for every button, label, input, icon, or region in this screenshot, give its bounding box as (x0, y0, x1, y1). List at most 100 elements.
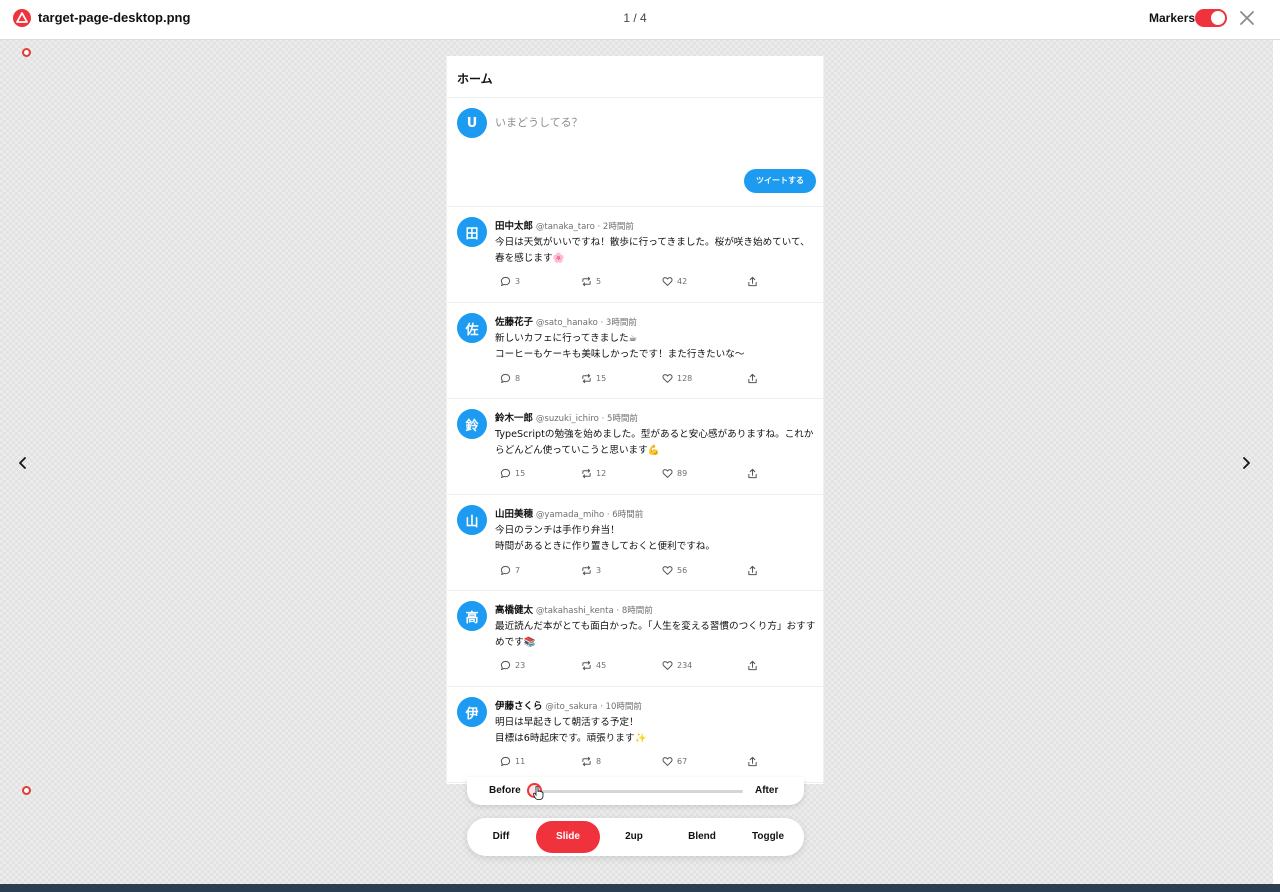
heart-icon (662, 756, 673, 766)
like-count: 67 (677, 756, 688, 766)
share-button[interactable] (747, 658, 762, 672)
reply-button[interactable]: 11 (500, 754, 525, 768)
heart-icon (662, 276, 673, 286)
mode-blend-button[interactable]: Blend (669, 821, 735, 853)
post-actions: 15 12 89 (495, 466, 817, 480)
retweet-icon (582, 660, 591, 670)
share-button[interactable] (747, 466, 762, 480)
file-title: target-page-desktop.png (38, 10, 191, 25)
like-button[interactable]: 67 (662, 754, 687, 768)
retweet-count: 5 (596, 276, 602, 286)
page-counter: 1 / 4 (623, 11, 647, 25)
reply-icon (500, 756, 511, 766)
share-icon (748, 660, 757, 670)
like-button[interactable]: 128 (662, 371, 692, 385)
app-logo-icon (13, 9, 31, 27)
bottom-edge (0, 884, 1280, 892)
retweet-icon (582, 565, 591, 575)
page-title: ホーム (447, 56, 823, 98)
heart-icon (662, 565, 673, 575)
post-header: 田中太郎 @tanaka_taro · 2時間前 (495, 218, 634, 232)
retweet-count: 45 (596, 660, 607, 670)
retweet-icon (582, 468, 591, 478)
retweet-icon (582, 373, 591, 383)
compose-box: U いまどうしてる？ ツイートする (447, 98, 823, 207)
post-author: 高橋健太 (495, 605, 534, 616)
mode-toggle-button[interactable]: Toggle (735, 821, 801, 853)
like-button[interactable]: 89 (662, 466, 687, 480)
reply-button[interactable]: 8 (500, 371, 520, 385)
previous-arrow-icon[interactable] (15, 455, 31, 471)
avatar: 佐 (457, 313, 487, 343)
like-button[interactable]: 42 (662, 274, 687, 288)
markers-toggle[interactable] (1195, 9, 1227, 27)
reply-button[interactable]: 3 (500, 274, 520, 288)
post-meta: @tanaka_taro · 2時間前 (535, 222, 634, 232)
like-count: 42 (677, 276, 688, 286)
share-icon (748, 468, 757, 478)
reply-button[interactable]: 7 (500, 563, 520, 577)
mode-diff-button[interactable]: Diff (469, 821, 533, 853)
mode-2up-button[interactable]: 2up (602, 821, 666, 853)
share-button[interactable] (747, 371, 762, 385)
tweet-button[interactable]: ツイートする (744, 169, 816, 193)
share-icon (748, 756, 757, 766)
reply-button[interactable]: 15 (500, 466, 525, 480)
post-item[interactable]: 高 高橋健太 @takahashi_kenta · 8時間前 最近読んだ本がとて… (447, 591, 823, 687)
avatar: U (457, 108, 487, 138)
slider-track[interactable] (533, 790, 743, 793)
avatar: 田 (457, 217, 487, 247)
marker-dot[interactable] (22, 786, 31, 795)
share-button[interactable] (747, 563, 762, 577)
post-header: 佐藤花子 @sato_hanako · 3時間前 (495, 314, 637, 328)
like-button[interactable]: 56 (662, 563, 687, 577)
retweet-button[interactable]: 3 (581, 563, 601, 577)
post-author: 鈴木一郎 (495, 413, 534, 424)
post-item[interactable]: 山 山田美穂 @yamada_miho · 6時間前 今日のランチは手作り弁当！… (447, 495, 823, 591)
compose-input[interactable]: いまどうしてる？ (495, 114, 583, 130)
post-meta: @takahashi_kenta · 8時間前 (535, 606, 653, 616)
post-author: 佐藤花子 (495, 317, 534, 328)
reply-count: 3 (515, 276, 521, 286)
post-meta: @sato_hanako · 3時間前 (535, 318, 637, 328)
reply-button[interactable]: 23 (500, 658, 525, 672)
preview-frame: ホーム U いまどうしてる？ ツイートする 田 田中太郎 @tanaka_tar… (446, 56, 824, 784)
marker-dot[interactable] (22, 48, 31, 57)
share-button[interactable] (747, 274, 762, 288)
post-actions: 7 3 56 (495, 563, 817, 577)
close-icon[interactable] (1237, 8, 1257, 28)
retweet-button[interactable]: 8 (581, 754, 601, 768)
post-item[interactable]: 佐 佐藤花子 @sato_hanako · 3時間前 新しいカフェに行ってきまし… (447, 303, 823, 399)
retweet-icon (582, 276, 591, 286)
retweet-button[interactable]: 15 (581, 371, 606, 385)
share-icon (748, 565, 757, 575)
heart-icon (662, 373, 673, 383)
share-button[interactable] (747, 754, 762, 768)
retweet-count: 8 (596, 756, 602, 766)
retweet-button[interactable]: 5 (581, 274, 601, 288)
post-actions: 11 8 67 (495, 754, 817, 768)
mode-slide-button[interactable]: Slide (536, 821, 600, 853)
post-meta: @yamada_miho · 6時間前 (535, 510, 644, 520)
reply-count: 23 (515, 660, 526, 670)
reply-icon (500, 565, 511, 575)
retweet-button[interactable]: 45 (581, 658, 606, 672)
post-item[interactable]: 伊 伊藤さくら @ito_sakura · 10時間前 明日は早起きして朝活する… (447, 687, 823, 783)
reply-icon (500, 373, 511, 383)
post-author: 田中太郎 (495, 221, 534, 232)
post-author: 伊藤さくら (495, 701, 543, 712)
like-count: 234 (677, 660, 693, 670)
post-text: 最近読んだ本がとても面白かった。「人生を変える習慣のつくり方」おすすめです📚 (495, 621, 816, 648)
reply-icon (500, 468, 511, 478)
like-button[interactable]: 234 (662, 658, 692, 672)
share-icon (748, 276, 757, 286)
top-bar: target-page-desktop.png 1 / 4 Markers (0, 0, 1280, 40)
post-item[interactable]: 田 田中太郎 @tanaka_taro · 2時間前 今日は天気がいいですね！散… (447, 207, 823, 303)
retweet-button[interactable]: 12 (581, 466, 606, 480)
reply-count: 8 (515, 373, 521, 383)
post-text: 新しいカフェに行ってきました☕ コーヒーもケーキも美味しかったです！また行きたい… (495, 333, 745, 360)
post-item[interactable]: 鈴 鈴木一郎 @suzuki_ichiro · 5時間前 TypeScriptの… (447, 399, 823, 495)
heart-icon (662, 660, 673, 670)
post-meta: @ito_sakura · 10時間前 (545, 702, 642, 712)
next-arrow-icon[interactable] (1238, 455, 1254, 471)
